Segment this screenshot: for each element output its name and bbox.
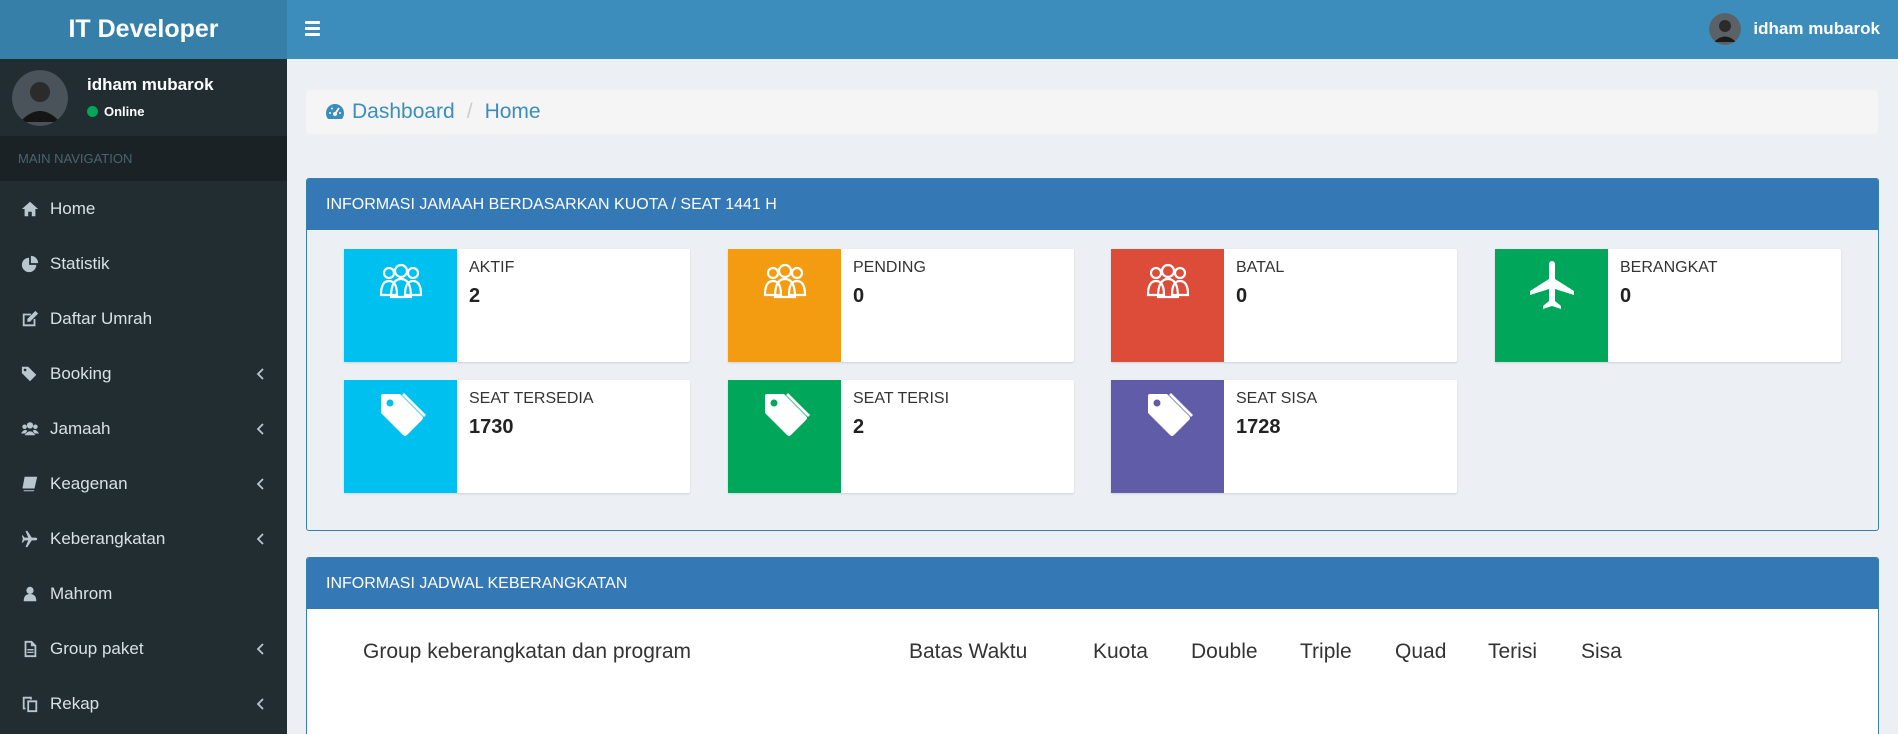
chevron-left-icon: [255, 641, 265, 655]
sidebar-item-keagenan[interactable]: Keagenan: [0, 456, 287, 511]
breadcrumb-home-link[interactable]: Home: [485, 100, 541, 124]
sidebar-item-rekap[interactable]: Rekap: [0, 676, 287, 731]
sidebar-item-label: Mahrom: [50, 583, 113, 603]
group-icon: [1111, 249, 1224, 362]
avatar: [12, 70, 68, 126]
info-box-label: BERANGKAT: [1620, 259, 1718, 276]
user-menu[interactable]: idham mubarok: [1709, 12, 1880, 46]
sidebar-item-keberangkatan[interactable]: Keberangkatan: [0, 511, 287, 566]
column-header: Quad: [1395, 640, 1447, 663]
chevron-left-icon: [255, 476, 265, 490]
info-box-value: 0: [1236, 285, 1248, 307]
sidebar-item-label: Booking: [50, 363, 112, 383]
quota-info-panel: INFORMASI JAMAAH BERDASARKAN KUOTA / SEA…: [306, 178, 1879, 531]
sidebar-item-label: Daftar Umrah: [50, 308, 153, 328]
sidebar-item-home[interactable]: Home: [0, 181, 287, 236]
column-header: Sisa: [1581, 640, 1622, 663]
info-box-value: 2: [469, 285, 481, 307]
tag-icon: [728, 380, 841, 493]
file-icon: [20, 639, 40, 659]
user-icon: [20, 584, 40, 604]
column-header: Double: [1191, 640, 1258, 663]
info-box-value: 0: [1620, 285, 1632, 307]
info-box-seat-terisi: SEAT TERISI 2: [728, 380, 1074, 493]
chevron-left-icon: [255, 366, 265, 380]
breadcrumb-dashboard-link[interactable]: Dashboard: [352, 100, 455, 124]
tag-icon: [344, 380, 457, 493]
column-header: Kuota: [1093, 640, 1148, 663]
user-panel: idham mubarok Online: [0, 59, 287, 136]
book-icon: [20, 474, 40, 494]
avatar: [1709, 13, 1742, 45]
sidebar-item-label: Statistik: [50, 253, 110, 273]
edit-icon: [20, 309, 40, 329]
info-box-label: PENDING: [853, 259, 926, 276]
info-box-value: 1728: [1236, 416, 1281, 438]
chevron-left-icon: [255, 696, 265, 710]
breadcrumb: Dashboard / Home: [306, 90, 1878, 134]
plane-icon: [1495, 249, 1608, 362]
tag-icon: [1111, 380, 1224, 493]
online-status-icon: [87, 106, 98, 117]
info-box-berangkat: BERANGKAT 0: [1495, 249, 1841, 362]
sidebar-item-booking[interactable]: Booking: [0, 346, 287, 401]
home-icon: [20, 199, 40, 219]
sidebar-item-mahrom[interactable]: Mahrom: [0, 566, 287, 621]
sidebar-item-label: Keberangkatan: [50, 528, 166, 548]
copy-icon: [20, 694, 40, 714]
user-name: idham mubarok: [1753, 19, 1880, 38]
plane-icon: [20, 529, 40, 549]
sidebar-item-label: Group paket: [50, 638, 144, 658]
main-navigation-header: MAIN NAVIGATION: [0, 136, 287, 181]
schedule-table-header: Group keberangkatan dan program Batas Wa…: [307, 640, 1878, 670]
sidebar-item-label: Keagenan: [50, 473, 128, 493]
sidebar-item-label: Jamaah: [50, 418, 111, 438]
tags-icon: [20, 364, 40, 384]
pie-chart-icon: [20, 254, 40, 274]
sidebar-item-jamaah[interactable]: Jamaah: [0, 401, 287, 456]
panel-title: INFORMASI JADWAL KEBERANGKATAN: [307, 558, 1878, 609]
users-icon: [20, 419, 40, 439]
dashboard-icon: [325, 104, 345, 119]
sidebar: idham mubarok Online MAIN NAVIGATION Hom…: [0, 59, 287, 734]
info-box-aktif: AKTIF 2: [344, 249, 690, 362]
info-box-value: 2: [853, 416, 865, 438]
info-box-value: 0: [853, 285, 865, 307]
chevron-left-icon: [255, 421, 265, 435]
sidebar-item-label: Rekap: [50, 693, 100, 713]
info-box-pending: PENDING 0: [728, 249, 1074, 362]
sidebar-item-daftar-umrah[interactable]: Daftar Umrah: [0, 291, 287, 346]
brand-title: IT Developer: [68, 15, 219, 43]
user-panel-name: idham mubarok: [87, 75, 214, 94]
sidebar-toggle-icon[interactable]: [305, 18, 325, 40]
info-box-label: SEAT SISA: [1236, 390, 1318, 407]
column-header: Triple: [1300, 640, 1352, 663]
column-header: Batas Waktu: [909, 640, 1028, 663]
info-box-seat-sisa: SEAT SISA 1728: [1111, 380, 1457, 493]
brand-logo[interactable]: IT Developer: [0, 0, 287, 59]
group-icon: [344, 249, 457, 362]
info-box-value: 1730: [469, 416, 514, 438]
info-box-batal: BATAL 0: [1111, 249, 1457, 362]
breadcrumb-separator: /: [466, 100, 473, 123]
sidebar-item-statistik[interactable]: Statistik: [0, 236, 287, 291]
panel-title: INFORMASI JAMAAH BERDASARKAN KUOTA / SEA…: [307, 179, 1878, 230]
info-box-label: SEAT TERSEDIA: [469, 390, 594, 407]
info-box-label: BATAL: [1236, 259, 1285, 276]
top-navbar: idham mubarok: [287, 0, 1898, 59]
user-status: Online: [87, 104, 144, 119]
sidebar-item-label: Home: [50, 198, 96, 218]
chevron-left-icon: [255, 531, 265, 545]
schedule-info-panel: INFORMASI JADWAL KEBERANGKATAN Group keb…: [306, 557, 1879, 734]
column-header: Group keberangkatan dan program: [363, 640, 692, 663]
info-box-label: SEAT TERISI: [853, 390, 950, 407]
info-box-label: AKTIF: [469, 259, 515, 276]
info-box-seat-tersedia: SEAT TERSEDIA 1730: [344, 380, 690, 493]
group-icon: [728, 249, 841, 362]
column-header: Terisi: [1488, 640, 1538, 663]
user-status-label: Online: [104, 104, 145, 119]
sidebar-item-group-paket[interactable]: Group paket: [0, 621, 287, 676]
